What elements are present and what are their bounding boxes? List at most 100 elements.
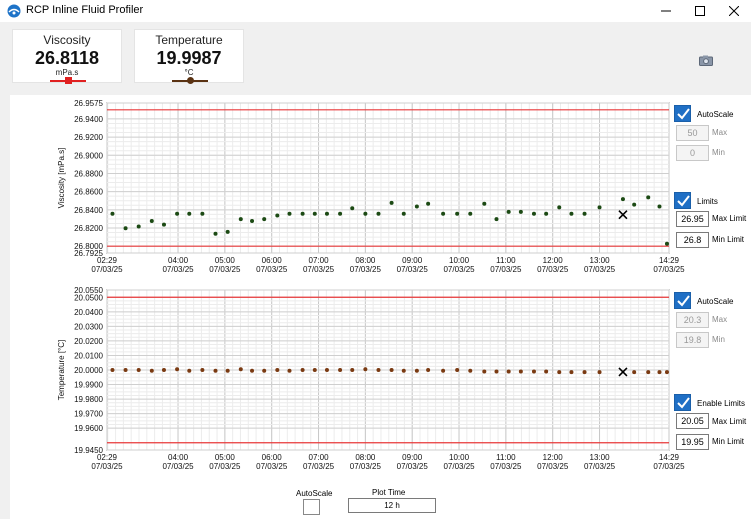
viscosity-data-point	[544, 211, 549, 216]
viscosity-limits-checkbox[interactable]	[674, 192, 691, 209]
viscosity-data-point	[338, 211, 343, 216]
plot-autoscale-checkbox[interactable]	[303, 499, 320, 515]
viscosity-data-point	[187, 211, 192, 216]
temperature-limits-label: Enable Limits	[697, 399, 746, 408]
viscosity-max-input[interactable]: 50	[676, 125, 709, 141]
plot-time-input[interactable]: 12 h	[348, 498, 436, 513]
temperature-data-point	[350, 368, 355, 372]
temperature-y-tick-label: 20.0200	[74, 337, 103, 346]
temperature-chart: 20.055020.050020.040020.030020.020020.01…	[57, 286, 685, 471]
temperature-x-tick-date: 07/03/25	[350, 462, 382, 471]
temperature-data-point	[506, 369, 511, 374]
temperature-data-point	[482, 369, 487, 374]
temperature-x-tick-date: 07/03/25	[256, 462, 288, 471]
checkmark-icon	[677, 397, 690, 409]
temperature-data-point	[250, 368, 255, 373]
viscosity-data-point	[664, 241, 669, 246]
temperature-y-tick-label: 20.0300	[74, 322, 103, 331]
plot-autoscale-label: AutoScale	[296, 489, 333, 498]
viscosity-y-tick-label: 26.9400	[74, 115, 103, 124]
temperature-y-tick-label: 20.0500	[74, 293, 103, 302]
temperature-data-point	[136, 368, 141, 372]
viscosity-x-tick-time: 14:29	[659, 256, 680, 265]
temperature-x-tick-date: 07/03/25	[653, 462, 685, 471]
viscosity-min-limit-input[interactable]: 26.8	[676, 232, 709, 248]
temperature-data-point	[455, 368, 460, 372]
viscosity-x-tick-time: 02:29	[97, 256, 118, 265]
temperature-data-point	[426, 368, 431, 372]
temperature-data-point	[300, 368, 305, 372]
viscosity-x-tick-date: 07/03/25	[350, 265, 382, 274]
temperature-y-tick-label: 19.9700	[74, 410, 103, 419]
temperature-data-point	[262, 368, 267, 373]
viscosity-x-tick-date: 07/03/25	[653, 265, 685, 274]
viscosity-x-tick-time: 13:00	[590, 256, 611, 265]
viscosity-data-point	[482, 201, 487, 206]
viscosity-data-point	[389, 200, 394, 205]
viscosity-data-point	[262, 217, 267, 222]
checkmark-icon	[677, 295, 690, 307]
viscosity-y-tick-label: 26.8800	[74, 169, 103, 178]
viscosity-data-point	[506, 209, 511, 214]
temperature-x-tick-time: 11:00	[496, 453, 516, 462]
viscosity-data-point	[531, 211, 536, 216]
viscosity-max-limit-label: Max Limit	[712, 214, 747, 223]
temperature-autoscale-checkbox[interactable]	[674, 292, 691, 309]
temperature-data-point	[664, 370, 669, 375]
temperature-data-point	[238, 367, 243, 372]
temperature-data-point	[401, 368, 406, 373]
viscosity-data-point	[200, 211, 205, 216]
temperature-data-point	[123, 368, 128, 372]
temperature-x-tick-time: 06:00	[262, 453, 283, 462]
viscosity-data-point	[494, 217, 499, 222]
temperature-x-tick-time: 14:29	[659, 453, 680, 462]
temperature-min-input[interactable]: 19.8	[676, 332, 709, 348]
viscosity-x-tick-time: 08:00	[355, 256, 376, 265]
viscosity-x-tick-time: 12:00	[543, 256, 564, 265]
temperature-limits-checkbox[interactable]	[674, 394, 691, 411]
viscosity-data-point	[136, 224, 141, 229]
viscosity-data-point	[225, 229, 230, 234]
temperature-x-tick-date: 07/03/25	[91, 462, 123, 471]
viscosity-data-point	[569, 211, 574, 216]
viscosity-x-tick-time: 09:00	[402, 256, 423, 265]
viscosity-y-tick-label: 26.9200	[74, 133, 103, 142]
temperature-x-tick-date: 07/03/25	[397, 462, 429, 471]
viscosity-x-tick-time: 07:00	[309, 256, 330, 265]
temperature-x-tick-date: 07/03/25	[162, 462, 194, 471]
temperature-y-tick-label: 19.9600	[74, 424, 103, 433]
temperature-y-tick-label: 19.9900	[74, 381, 103, 390]
viscosity-data-point	[455, 211, 460, 216]
viscosity-min-input[interactable]: 0	[676, 145, 709, 161]
temperature-data-point	[110, 368, 115, 372]
viscosity-autoscale-checkbox[interactable]	[674, 105, 691, 122]
temperature-data-point	[597, 370, 602, 375]
temperature-data-point	[312, 368, 317, 372]
temperature-data-point	[200, 368, 205, 372]
viscosity-data-point	[275, 213, 280, 218]
viscosity-max-limit-input[interactable]: 26.95	[676, 211, 709, 227]
temperature-x-tick-date: 07/03/25	[303, 462, 335, 471]
temperature-data-point	[389, 368, 394, 372]
viscosity-x-tick-time: 05:00	[215, 256, 236, 265]
viscosity-data-point	[557, 205, 562, 210]
temperature-min-limit-input[interactable]: 19.95	[676, 434, 709, 450]
viscosity-limits-label: Limits	[697, 197, 718, 206]
temperature-data-point	[149, 368, 154, 373]
temperature-x-tick-date: 07/03/25	[584, 462, 616, 471]
viscosity-data-point	[213, 231, 218, 236]
viscosity-data-point	[149, 219, 154, 223]
temperature-min-limit-label: Min Limit	[712, 437, 745, 446]
viscosity-data-point	[300, 211, 305, 216]
temperature-max-input[interactable]: 20.3	[676, 312, 709, 328]
temperature-max-limit-input[interactable]: 20.05	[676, 413, 709, 429]
viscosity-data-point	[312, 211, 317, 216]
temperature-x-tick-time: 08:00	[355, 453, 376, 462]
viscosity-data-point	[123, 226, 128, 231]
temperature-x-tick-time: 02:29	[97, 453, 118, 462]
temperature-x-tick-time: 04:00	[168, 453, 189, 462]
viscosity-x-tick-time: 10:00	[449, 256, 470, 265]
temperature-data-point	[441, 368, 446, 373]
viscosity-data-point	[287, 211, 292, 216]
temperature-autoscale-label: AutoScale	[697, 297, 734, 306]
